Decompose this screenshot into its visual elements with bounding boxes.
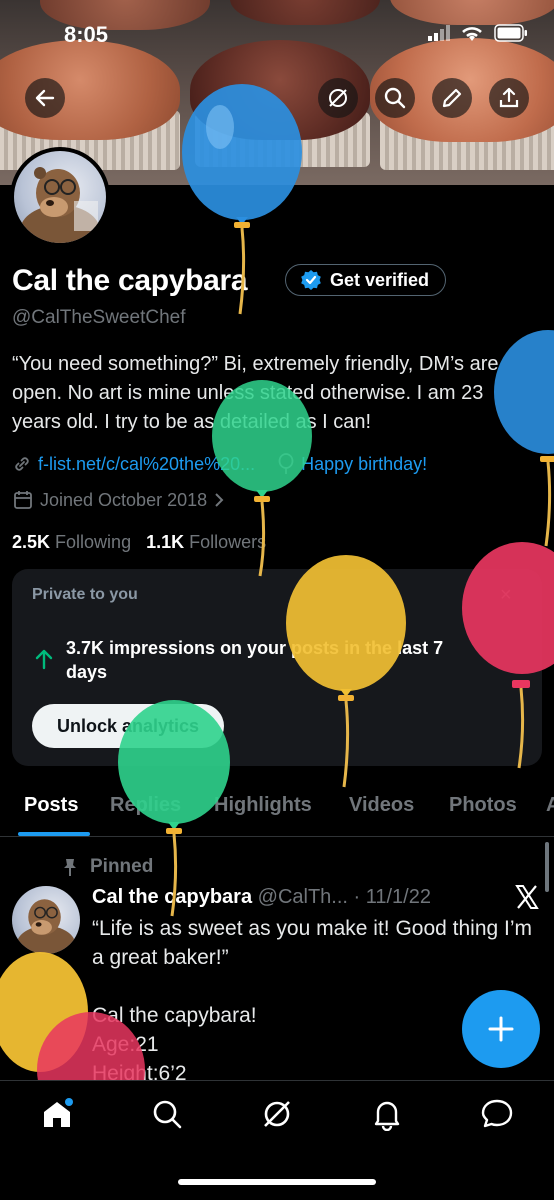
active-tab-indicator bbox=[18, 832, 90, 836]
birthday-link[interactable]: Happy birthday! bbox=[277, 453, 427, 475]
battery-icon bbox=[494, 24, 527, 42]
pinned-text: Pinned bbox=[90, 856, 154, 877]
profile-tabs: Posts Replies Highlights Videos Photos A bbox=[0, 782, 554, 837]
tab-posts[interactable]: Posts bbox=[24, 794, 78, 817]
nav-home[interactable] bbox=[40, 1097, 74, 1136]
profile-handle: @CalTheSweetChef bbox=[12, 307, 186, 328]
post-header: Cal the capybara @CalTh... · 11/1/22 bbox=[92, 886, 431, 909]
profile-link[interactable]: f-list.net/c/cal%20the%20... bbox=[12, 453, 255, 475]
home-indicator bbox=[178, 1179, 376, 1185]
following-count: 2.5K bbox=[12, 532, 51, 552]
status-icons bbox=[428, 24, 528, 42]
followers-label: Followers bbox=[189, 532, 267, 552]
profile-avatar[interactable] bbox=[10, 147, 110, 247]
joined-date[interactable]: Joined October 2018 bbox=[12, 489, 225, 511]
joined-text: Joined October 2018 bbox=[40, 489, 208, 510]
nav-messages[interactable] bbox=[480, 1097, 514, 1136]
compose-post-button[interactable] bbox=[462, 990, 540, 1068]
back-button[interactable] bbox=[25, 78, 65, 118]
following-link[interactable]: 2.5K Following bbox=[12, 532, 131, 552]
notifications-icon bbox=[374, 1101, 400, 1132]
scrollbar[interactable] bbox=[545, 842, 549, 892]
impressions-stat: 3.7K impressions on your posts in the la… bbox=[66, 638, 444, 682]
follow-counts: 2.5K Following 1.1K Followers bbox=[12, 532, 266, 553]
dismiss-card-button[interactable]: × bbox=[500, 584, 512, 607]
birthday-text: Happy birthday! bbox=[301, 453, 428, 474]
get-verified-button[interactable]: Get verified bbox=[285, 264, 447, 296]
chevron-right-icon bbox=[215, 493, 224, 507]
profile-bio: “You need something?” Bi, extremely frie… bbox=[12, 353, 499, 433]
nav-grok[interactable] bbox=[260, 1097, 294, 1136]
capybara-avatar-art bbox=[20, 167, 100, 243]
grok-icon bbox=[264, 1101, 290, 1127]
private-card-title: Private to you bbox=[32, 586, 138, 603]
no-grok-icon bbox=[329, 89, 347, 107]
search-icon bbox=[384, 87, 406, 109]
tab-replies[interactable]: Replies bbox=[110, 794, 181, 817]
calendar-icon bbox=[14, 491, 32, 509]
share-icon bbox=[499, 87, 519, 108]
post-author[interactable]: Cal the capybara bbox=[92, 886, 252, 908]
home-icon bbox=[44, 1098, 73, 1127]
messages-icon bbox=[481, 1099, 513, 1128]
post-avatar[interactable] bbox=[12, 886, 80, 954]
profile-link-text: f-list.net/c/cal%20the%20... bbox=[38, 453, 256, 474]
nav-explore[interactable] bbox=[150, 1097, 184, 1136]
balloon-decoration bbox=[0, 952, 88, 1072]
following-label: Following bbox=[55, 532, 132, 552]
explore-icon bbox=[153, 1100, 182, 1129]
wifi-icon bbox=[462, 27, 482, 41]
post-line: “Life is as sweet as you make it! Good t… bbox=[92, 917, 533, 969]
tab-videos[interactable]: Videos bbox=[349, 794, 414, 817]
edit-button[interactable] bbox=[432, 78, 472, 118]
arrow-up-icon bbox=[35, 649, 53, 670]
post-handle-date: @CalTh... · 11/1/22 bbox=[257, 886, 431, 908]
link-icon bbox=[15, 457, 29, 471]
unlock-analytics-button[interactable]: Unlock analytics bbox=[32, 704, 224, 748]
capybara-avatar-art bbox=[16, 899, 76, 954]
tab-highlights[interactable]: Highlights bbox=[214, 794, 312, 817]
search-button[interactable] bbox=[375, 78, 415, 118]
tab-photos[interactable]: Photos bbox=[449, 794, 517, 817]
no-grok-button[interactable] bbox=[318, 78, 358, 118]
nav-notifications[interactable] bbox=[370, 1097, 404, 1136]
tab-articles[interactable]: A bbox=[546, 794, 554, 817]
x-logo-icon bbox=[515, 885, 539, 909]
back-icon bbox=[35, 89, 55, 107]
balloon-icon bbox=[278, 453, 294, 474]
share-button[interactable] bbox=[489, 78, 529, 118]
plus-icon bbox=[488, 1016, 514, 1042]
edit-icon bbox=[442, 88, 462, 108]
followers-link[interactable]: 1.1K Followers bbox=[146, 532, 266, 552]
pinned-label: Pinned bbox=[60, 856, 153, 878]
verified-badge-icon bbox=[301, 270, 321, 290]
pin-icon bbox=[64, 859, 76, 876]
profile-name: Cal the capybara bbox=[12, 264, 248, 297]
profile-meta: f-list.net/c/cal%20the%20... Happy birth… bbox=[12, 453, 427, 475]
followers-count: 1.1K bbox=[146, 532, 185, 552]
signal-icon bbox=[428, 25, 450, 41]
status-time: 8:05 bbox=[64, 22, 109, 47]
get-verified-label: Get verified bbox=[330, 269, 430, 290]
